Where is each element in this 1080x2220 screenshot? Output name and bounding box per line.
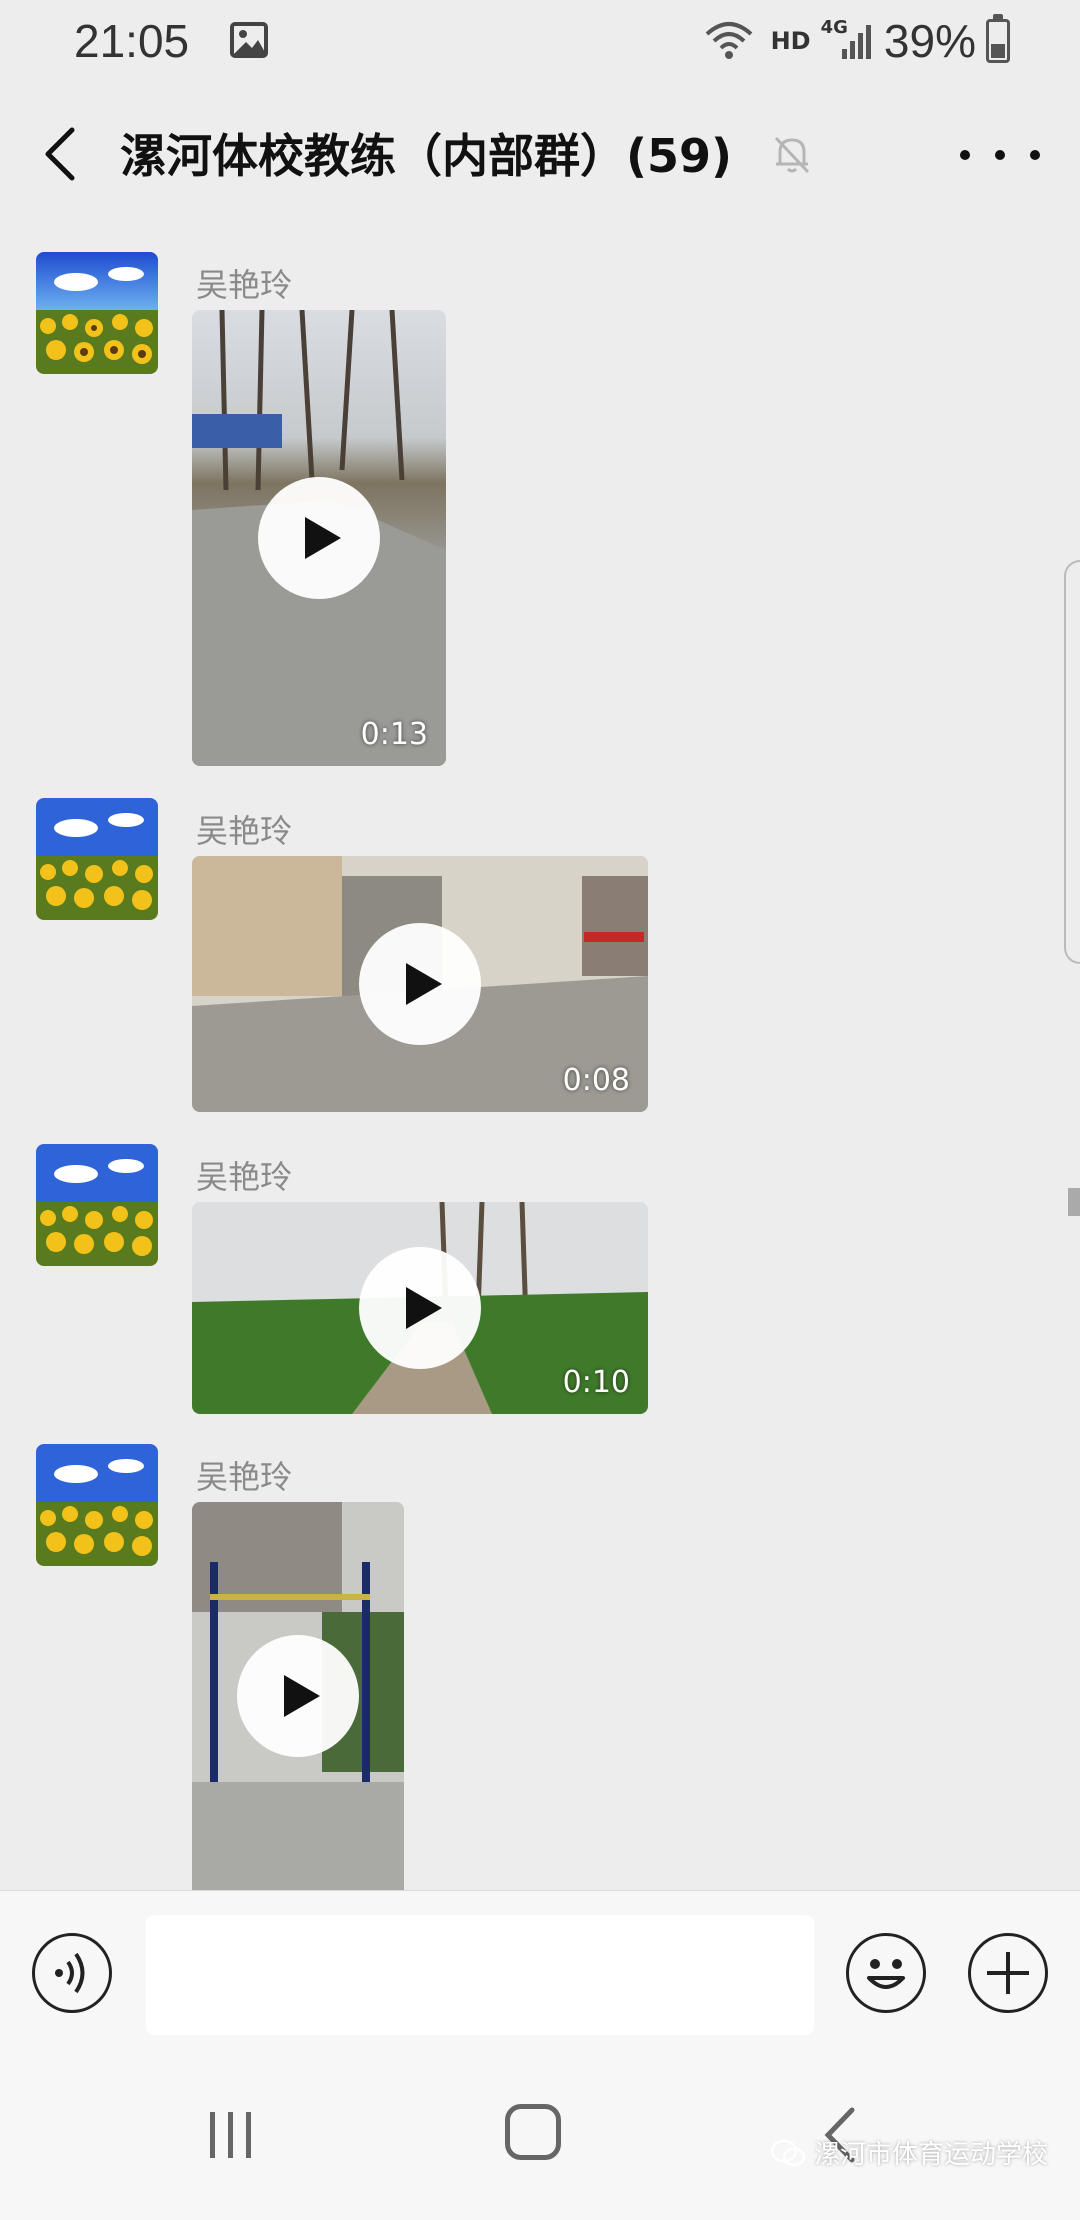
emoji-button[interactable]: [846, 1933, 926, 2013]
input-bar: [0, 1890, 1080, 2061]
chat-title: 漯河体校教练（内部群）(59): [120, 129, 733, 183]
play-button[interactable]: [359, 1247, 481, 1369]
message-input[interactable]: [146, 1915, 814, 2035]
sunflower-avatar-image: [36, 1444, 158, 1566]
status-time: 21:05: [74, 15, 190, 67]
battery-percent: 39%: [883, 15, 976, 67]
image-notification-icon: [230, 22, 268, 58]
video-duration: 0:13: [360, 717, 428, 752]
sunflower-avatar-image: [36, 252, 158, 374]
sender-name: 吴艳玲: [196, 1458, 293, 1496]
sender-name: 吴艳玲: [196, 812, 293, 850]
voice-input-button[interactable]: [32, 1933, 112, 2013]
avatar[interactable]: [36, 1144, 158, 1266]
play-icon: [406, 963, 442, 1005]
watermark: 漯河市体育运动学校: [770, 2134, 1048, 2171]
play-button[interactable]: [258, 477, 380, 599]
edge-panel-handle[interactable]: [1064, 560, 1080, 964]
home-button-icon[interactable]: [505, 2104, 561, 2160]
status-icons: HD 4G 39%: [703, 14, 1010, 68]
battery-icon: [986, 14, 1010, 63]
video-message[interactable]: 0:13: [192, 310, 446, 766]
network-gen-label: 4G: [820, 16, 848, 38]
avatar[interactable]: [36, 252, 158, 374]
more-dot: [1030, 150, 1040, 160]
wifi-icon: [705, 22, 752, 59]
scroll-indicator[interactable]: [1068, 1188, 1080, 1216]
play-icon: [406, 1287, 442, 1329]
sender-name: 吴艳玲: [196, 266, 293, 304]
sunflower-avatar-image: [36, 1144, 158, 1266]
hd-label: HD: [770, 27, 811, 55]
play-icon: [305, 517, 341, 559]
smiley-icon: [867, 1959, 905, 1989]
avatar[interactable]: [36, 1444, 158, 1566]
more-functions-button[interactable]: [968, 1933, 1048, 2013]
plus-icon: [987, 1952, 1029, 1994]
watermark-text: 漯河市体育运动学校: [813, 2140, 1048, 2170]
play-icon: [284, 1675, 320, 1717]
more-options-button[interactable]: [960, 130, 1040, 180]
video-message[interactable]: [192, 1502, 404, 1890]
recent-apps-icon[interactable]: [206, 2110, 256, 2160]
mute-bell-icon: [774, 136, 810, 174]
video-duration: 0:10: [562, 1365, 630, 1400]
back-arrow-icon[interactable]: [38, 126, 88, 182]
video-message[interactable]: 0:08: [192, 856, 648, 1112]
chat-header: 漯河体校教练（内部群）(59): [0, 100, 1080, 210]
more-dot: [995, 150, 1005, 160]
video-duration: 0:08: [562, 1063, 630, 1098]
video-message[interactable]: 0:10: [192, 1202, 648, 1414]
sender-name: 吴艳玲: [196, 1158, 293, 1196]
system-nav-bar: 漯河市体育运动学校: [0, 2060, 1080, 2220]
voice-icon: [55, 1952, 85, 1994]
more-dot: [960, 150, 970, 160]
play-button[interactable]: [359, 923, 481, 1045]
status-bar: 21:05 HD 4G 39%: [0, 0, 1080, 90]
sunflower-avatar-image: [36, 798, 158, 920]
play-button[interactable]: [237, 1635, 359, 1757]
avatar[interactable]: [36, 798, 158, 920]
wechat-icon: [770, 2139, 806, 2166]
